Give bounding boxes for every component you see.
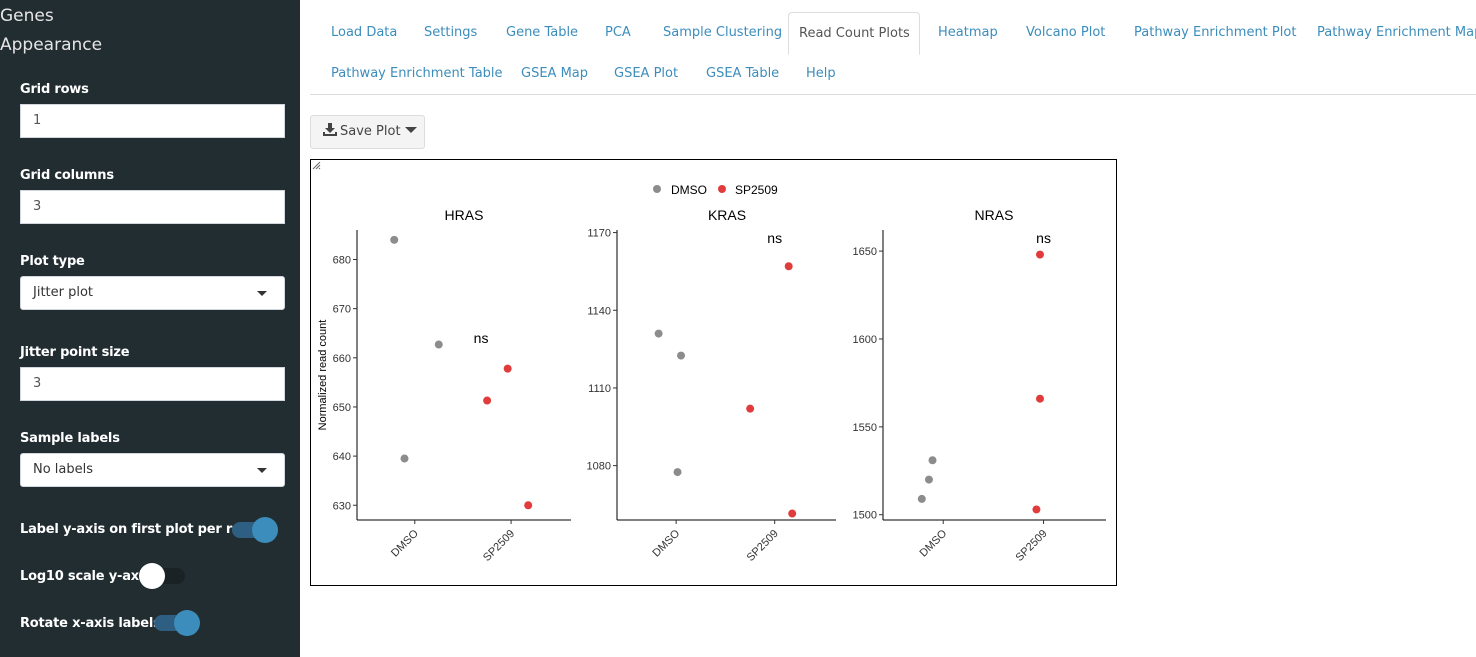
sample-labels-value: No labels [33,462,94,477]
read-count-plot: DMSO SP2509 HRAS 630 640 650 660 670 680 DMSO SP25… [310,159,1117,586]
legend-label-sp2509: SP2509 [735,183,778,197]
tab-load-data[interactable]: Load Data [321,12,407,54]
data-point-kras-sp2509 [788,509,797,518]
y-tick-label-kras: 1110 [588,383,611,395]
plot-type-label: Plot type [20,254,85,269]
caret-down-icon [404,127,417,133]
data-point-hras-dmso [434,340,443,349]
tab-gsea-table[interactable]: GSEA Table [696,53,789,95]
y-tick-label-hras: 630 [333,500,351,512]
data-point-kras-sp2509 [746,404,755,413]
y-tick-label-hras: 650 [333,402,351,414]
grid-rows-label: Grid rows [20,82,89,97]
legend-dot-sp2509 [718,185,726,193]
data-point-kras-dmso [673,468,682,477]
tab-gsea-plot[interactable]: GSEA Plot [604,53,688,95]
x-tick-label-hras: DMSO [389,527,421,559]
x-tick-label-nras: DMSO [918,527,950,559]
data-point-hras-dmso [400,454,409,463]
x-tick-label-hras: SP2509 [481,528,517,564]
section-genes[interactable]: Genes [0,6,54,26]
facet-title-nras: NRAS [975,207,1014,223]
significance-label-nras: ns [1036,230,1051,246]
significance-label-kras: ns [767,230,782,246]
grid-rows-input[interactable]: 1 [20,104,285,138]
section-appearance[interactable]: Appearance [0,35,102,55]
resize-handle-icon[interactable] [311,160,321,170]
y-tick-label-kras: 1080 [587,461,611,473]
x-tick-label-kras: DMSO [650,527,682,559]
x-tick-label-kras: SP2509 [745,528,781,564]
plot-canvas: DMSO SP2509 HRAS 630 640 650 660 670 680 DMSO SP25… [317,183,1106,564]
toggle-knob [139,563,165,589]
tab-volcano-plot[interactable]: Volcano Plot [1016,12,1115,54]
grid-columns-label: Grid columns [20,168,114,183]
data-point-nras-sp2509 [1035,250,1044,259]
jitter-point-size-input[interactable]: 3 [20,367,285,401]
y-tick-label-nras: 1600 [853,334,877,346]
label-y-axis-toggle-label: Label y-axis on first plot per row [20,522,253,537]
data-point-hras-dmso [390,235,399,244]
data-point-nras-dmso [917,494,926,503]
y-tick-label-hras: 660 [333,353,351,365]
jitter-point-size-label: Jitter point size [20,345,130,360]
y-axis-label: Normalized read count [317,320,329,431]
label-y-axis-toggle[interactable] [232,517,278,543]
toggle-knob [174,610,200,636]
y-tick-label-nras: 1550 [853,422,877,434]
data-point-nras-dmso [928,456,937,465]
tab-pathway-enrichment-table[interactable]: Pathway Enrichment Table [321,53,513,95]
plot-type-value: Jitter plot [33,285,94,300]
tab-read-count-plots[interactable]: Read Count Plots [788,12,920,55]
download-icon [323,123,337,136]
data-point-nras-sp2509 [1035,394,1044,403]
data-point-kras-sp2509 [784,262,793,271]
data-point-hras-sp2509 [483,396,492,405]
rotate-x-labels-toggle-label: Rotate x-axis labels [20,616,161,631]
facet-title-hras: HRAS [445,207,484,223]
data-point-nras-sp2509 [1032,505,1041,514]
y-tick-label-nras: 1500 [853,510,877,522]
log10-scale-toggle[interactable] [139,563,185,589]
data-point-kras-dmso [677,351,686,360]
tab-settings[interactable]: Settings [414,12,487,54]
tab-gsea-map[interactable]: GSEA Map [511,53,598,95]
tab-pathway-enrichment-plot[interactable]: Pathway Enrichment Plot [1124,12,1306,54]
log10-scale-toggle-label: Log10 scale y-axis [20,569,151,584]
tab-pathway-enrichment-map[interactable]: Pathway Enrichment Map [1307,12,1476,54]
legend-dot-dmso [653,185,661,193]
data-point-nras-dmso [924,475,933,484]
tab-pca[interactable]: PCA [595,12,641,54]
y-tick-label-hras: 640 [333,451,351,463]
tab-heatmap[interactable]: Heatmap [928,12,1008,54]
y-tick-label-hras: 670 [333,304,351,316]
tab-sample-clustering[interactable]: Sample Clustering [653,12,792,54]
legend-label-dmso: DMSO [671,183,707,197]
sample-labels-select[interactable]: No labels [20,453,285,487]
rotate-x-labels-toggle[interactable] [154,610,200,636]
y-tick-label-hras: 680 [333,254,351,266]
tab-divider [310,94,1476,95]
y-tick-label-kras: 1140 [587,305,611,317]
y-tick-label-kras: 1170 [587,228,611,240]
toggle-knob [252,517,278,543]
y-tick-label-nras: 1650 [853,246,877,258]
tab-help[interactable]: Help [796,53,846,95]
plot-type-select[interactable]: Jitter plot [20,276,285,310]
x-tick-label-nras: SP2509 [1014,528,1050,564]
significance-label-hras: ns [474,330,489,346]
sample-labels-label: Sample labels [20,431,120,446]
facet-title-kras: KRAS [708,207,746,223]
data-point-hras-sp2509 [524,501,533,510]
chevron-down-icon [257,291,267,296]
data-point-hras-sp2509 [503,364,512,373]
save-plot-button[interactable]: Save Plot [310,115,425,149]
chevron-down-icon [257,468,267,473]
sidebar: Genes Appearance Grid rows 1 Grid column… [0,0,300,657]
grid-columns-input[interactable]: 3 [20,190,285,224]
data-point-kras-dmso [654,329,663,338]
tab-gene-table[interactable]: Gene Table [496,12,588,54]
save-plot-label: Save Plot [340,124,401,139]
